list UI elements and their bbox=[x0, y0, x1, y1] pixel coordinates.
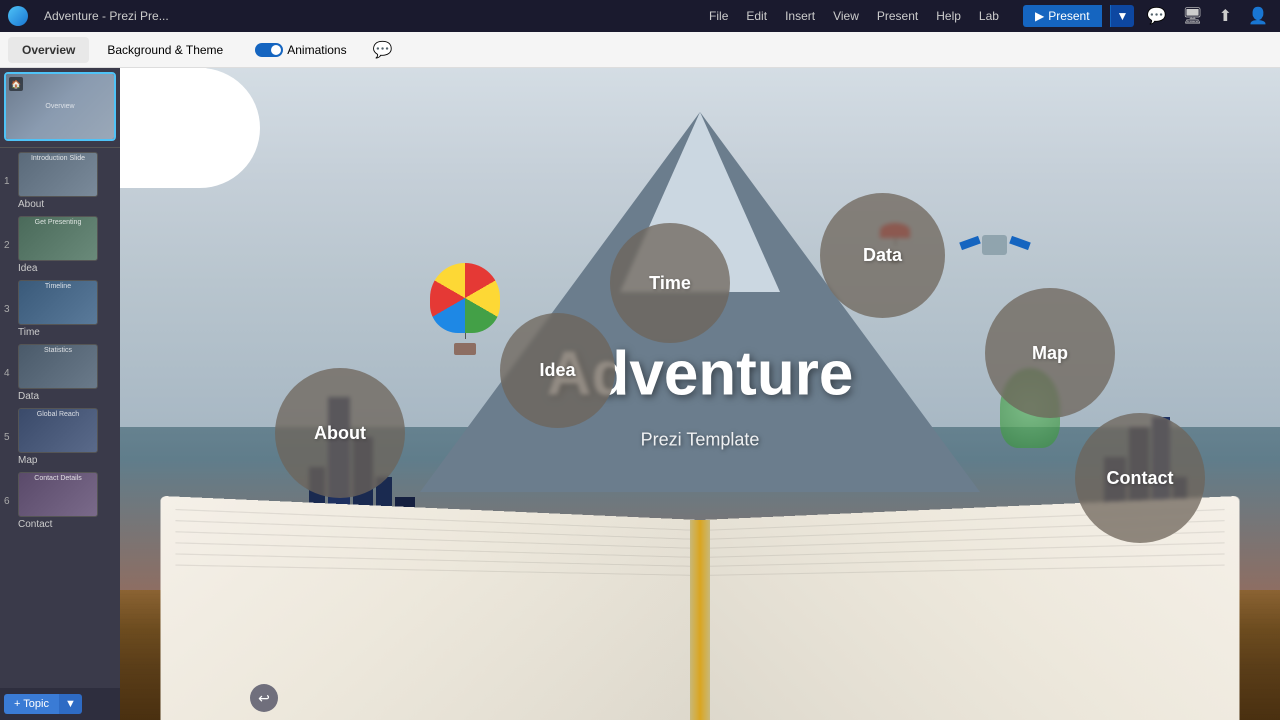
slide-number: 1 bbox=[4, 176, 14, 187]
book-left-page bbox=[161, 496, 700, 720]
node-time[interactable]: Time bbox=[610, 223, 730, 343]
node-about[interactable]: About bbox=[275, 368, 405, 498]
menu-lab[interactable]: Lab bbox=[971, 5, 1007, 27]
presentation-canvas[interactable]: About Time Idea Data Map Contact Adventu… bbox=[120, 68, 1280, 720]
slide-label-5: Map bbox=[18, 455, 37, 466]
node-data[interactable]: Data bbox=[820, 193, 945, 318]
list-item[interactable]: 6 Contact Details Contact bbox=[4, 472, 116, 530]
node-map[interactable]: Map bbox=[985, 288, 1115, 418]
slide-list: 1 Introduction Slide About 2 Get Present… bbox=[0, 148, 120, 540]
add-topic-button[interactable]: + Topic bbox=[4, 694, 59, 714]
slide-number: 4 bbox=[4, 368, 14, 379]
tab-animations[interactable]: Animations bbox=[241, 37, 360, 63]
topbar-right: ▶ Present ▼ 💬 🖥 ⬆ 👤 bbox=[1023, 4, 1272, 28]
menu-file[interactable]: File bbox=[701, 5, 736, 27]
list-item[interactable]: 2 Get Presenting Idea bbox=[4, 216, 116, 274]
satellite-panel-right bbox=[1009, 236, 1031, 250]
list-item[interactable]: 3 Timeline Time bbox=[4, 280, 116, 338]
slide-number: 6 bbox=[4, 496, 14, 507]
animations-toggle[interactable] bbox=[255, 43, 283, 57]
add-topic-dropdown[interactable]: ▼ bbox=[59, 694, 82, 714]
menu-help[interactable]: Help bbox=[928, 5, 969, 27]
tab-overview[interactable]: Overview bbox=[8, 37, 89, 63]
node-idea[interactable]: Idea bbox=[500, 313, 615, 428]
slide-thumbnail-6: Contact Details bbox=[18, 472, 98, 517]
overview-thumbnail: 🏠 Overview bbox=[6, 74, 114, 139]
menu-insert[interactable]: Insert bbox=[777, 5, 823, 27]
balloon-rope bbox=[465, 333, 466, 339]
slide-thumbnail-4: Statistics bbox=[18, 344, 98, 389]
menu-view[interactable]: View bbox=[825, 5, 867, 27]
bottombar: + Topic ▼ bbox=[0, 688, 120, 720]
satellite-body bbox=[982, 235, 1007, 255]
menu-edit[interactable]: Edit bbox=[738, 5, 775, 27]
play-icon: ▶ bbox=[1035, 9, 1044, 23]
list-item[interactable]: 1 Introduction Slide About bbox=[4, 152, 116, 210]
app-title: Adventure - Prezi Pre... bbox=[44, 9, 685, 23]
satellite-decoration bbox=[960, 223, 1030, 268]
present-dropdown-button[interactable]: ▼ bbox=[1110, 5, 1135, 27]
back-button[interactable]: ↩ bbox=[250, 684, 278, 712]
slide-number: 5 bbox=[4, 432, 14, 443]
tab-background[interactable]: Background & Theme bbox=[93, 37, 237, 63]
slide-label-1: About bbox=[18, 199, 44, 210]
sidebar: 🏠 Overview Overview 1 Introduction Slide… bbox=[0, 68, 120, 720]
satellite-panel-left bbox=[959, 236, 981, 250]
list-item[interactable]: 5 Global Reach Map bbox=[4, 408, 116, 466]
sidebar-overview-section: 🏠 Overview Overview bbox=[0, 68, 120, 148]
cloud-decoration bbox=[120, 68, 260, 188]
balloon-basket bbox=[454, 343, 476, 355]
user-icon[interactable]: 👤 bbox=[1244, 4, 1272, 28]
topbar: Adventure - Prezi Pre... File Edit Inser… bbox=[0, 0, 1280, 32]
prezi-logo bbox=[8, 6, 28, 26]
balloon-body bbox=[430, 263, 500, 333]
slide-thumbnail-1: Introduction Slide bbox=[18, 152, 98, 197]
node-contact[interactable]: Contact bbox=[1075, 413, 1205, 543]
menu-bar: File Edit Insert View Present Help Lab bbox=[701, 5, 1007, 27]
comment-icon[interactable]: 💬 bbox=[373, 40, 393, 60]
slide-thumbnail-3: Timeline bbox=[18, 280, 98, 325]
hot-air-balloon bbox=[430, 263, 500, 353]
screen-icon[interactable]: 🖥 bbox=[1178, 4, 1206, 28]
slide-label-2: Idea bbox=[18, 263, 37, 274]
slide-label-4: Data bbox=[18, 391, 39, 402]
chat-icon[interactable]: 💬 bbox=[1142, 4, 1170, 28]
home-icon: 🏠 bbox=[9, 77, 23, 91]
book-spine bbox=[690, 520, 710, 720]
main-area: 🏠 Overview Overview 1 Introduction Slide… bbox=[0, 68, 1280, 720]
slide-number: 3 bbox=[4, 304, 14, 315]
animations-label: Animations bbox=[287, 43, 346, 57]
menu-present[interactable]: Present bbox=[869, 5, 926, 27]
list-item[interactable]: 4 Statistics Data bbox=[4, 344, 116, 402]
slide-thumbnail-5: Global Reach bbox=[18, 408, 98, 453]
slide-label-6: Contact bbox=[18, 519, 52, 530]
share-icon[interactable]: ⬆ bbox=[1215, 4, 1236, 28]
book-decoration bbox=[250, 500, 1150, 720]
prezi-stage: About Time Idea Data Map Contact Adventu… bbox=[120, 68, 1280, 720]
slide-thumbnail-2: Get Presenting bbox=[18, 216, 98, 261]
slide-thumb-overview[interactable]: 🏠 Overview Overview bbox=[4, 72, 116, 141]
present-button[interactable]: ▶ Present bbox=[1023, 5, 1102, 27]
slide-label-3: Time bbox=[18, 327, 40, 338]
slide-number: 2 bbox=[4, 240, 14, 251]
toolbar: Overview Background & Theme Animations 💬 bbox=[0, 32, 1280, 68]
presentation-subtitle: Prezi Template bbox=[641, 429, 760, 450]
